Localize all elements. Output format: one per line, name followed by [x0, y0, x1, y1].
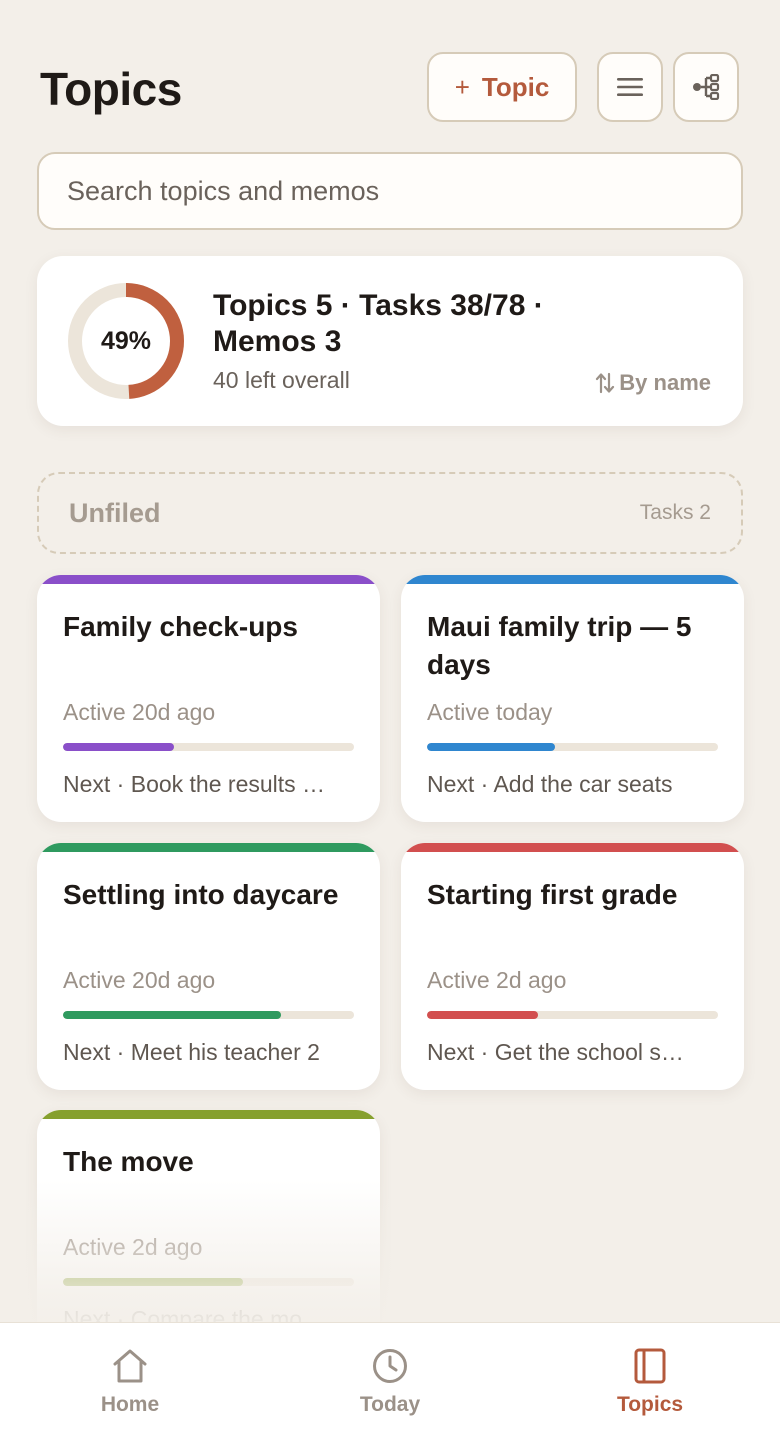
topic-color-bar [37, 843, 380, 852]
topic-progress-fill [427, 1011, 538, 1019]
topic-card[interactable]: Maui family trip — 5 days Active today N… [401, 575, 744, 822]
topic-title: Starting first grade [427, 879, 678, 910]
tab-label: Home [100, 1393, 160, 1416]
topic-activity: Active 2d ago [427, 967, 567, 993]
topic-card[interactable]: Family check-ups Active 20d ago Next · B… [37, 575, 380, 822]
hamburger-icon [617, 78, 643, 96]
tab-home[interactable]: Home [0, 1323, 260, 1444]
tab-label: Today [359, 1393, 421, 1416]
topic-progress-fill [63, 1278, 244, 1286]
topic-activity: Active 20d ago [63, 699, 216, 725]
topic-progress-fill [427, 743, 556, 751]
notebook-icon [634, 1348, 666, 1384]
summary-left-overall: 40 left overall [213, 367, 350, 393]
unfiled-task-count: Tasks 2 [639, 501, 711, 524]
topic-title: The move [63, 1146, 194, 1177]
topic-next-task: Next · Book the results … [63, 771, 326, 797]
tab-label: Topics [616, 1393, 684, 1416]
topic-progress-bar [63, 743, 354, 751]
topic-progress-fill [63, 743, 174, 751]
topic-card[interactable]: Settling into daycare Active 20d ago Nex… [37, 843, 380, 1090]
topic-color-bar [401, 843, 744, 852]
summary-stats: Topics 5 · Tasks 38/78 · Memos 3 [213, 289, 544, 358]
summary-card: 49% Topics 5 · Tasks 38/78 · Memos 3 40 … [37, 256, 743, 426]
menu-button[interactable] [597, 52, 663, 122]
sort-toggle[interactable]: By name [595, 370, 711, 396]
unfiled-title: Unfiled [69, 497, 161, 528]
topic-title: Settling into daycare [63, 879, 339, 910]
tab-topics[interactable]: Topics [520, 1323, 780, 1444]
topic-next-task: Next · Add the car seats [427, 771, 673, 797]
tree-view-button[interactable] [673, 52, 739, 122]
header: Topics + Topic [40, 52, 740, 124]
topic-activity: Active 2d ago [63, 1234, 203, 1260]
sort-label: By name [619, 370, 711, 395]
tree-hierarchy-icon [693, 74, 720, 100]
page-title: Topics [40, 63, 182, 115]
unfiled-section[interactable]: Unfiled Tasks 2 [37, 472, 743, 554]
topic-progress-fill [63, 1011, 282, 1019]
topic-title: Family check-ups [63, 611, 298, 642]
tab-today[interactable]: Today [260, 1323, 520, 1444]
topic-activity: Active 20d ago [63, 967, 216, 993]
topic-card[interactable]: Starting first grade Active 2d ago Next … [401, 843, 744, 1090]
search-input[interactable] [67, 175, 741, 207]
topic-activity: Active today [427, 699, 553, 725]
topic-title: Maui family trip — 5 days [427, 611, 692, 680]
add-topic-label: Topic [481, 71, 550, 102]
progress-percent: 49% [100, 326, 152, 355]
topic-next-task: Next · Get the school s… [427, 1039, 684, 1065]
bottom-tab-bar: Home Today Topics [0, 1322, 780, 1444]
topic-color-bar [37, 1110, 380, 1119]
topic-progress-bar [427, 1011, 718, 1019]
clock-icon [373, 1349, 407, 1383]
sort-arrows-icon [596, 372, 615, 394]
topic-progress-bar [427, 743, 718, 751]
topic-next-task: Next · Meet his teacher 2 [63, 1039, 320, 1065]
topic-color-bar [37, 575, 380, 584]
topic-card[interactable]: The move Active 2d ago Next · Compare th… [37, 1110, 380, 1357]
plus-icon: + [454, 71, 470, 102]
add-topic-button[interactable]: + Topic [427, 52, 577, 122]
search-field[interactable] [37, 152, 743, 230]
home-icon [113, 1349, 147, 1383]
topic-progress-bar [63, 1278, 354, 1286]
topic-color-bar [401, 575, 744, 584]
topic-progress-bar [63, 1011, 354, 1019]
